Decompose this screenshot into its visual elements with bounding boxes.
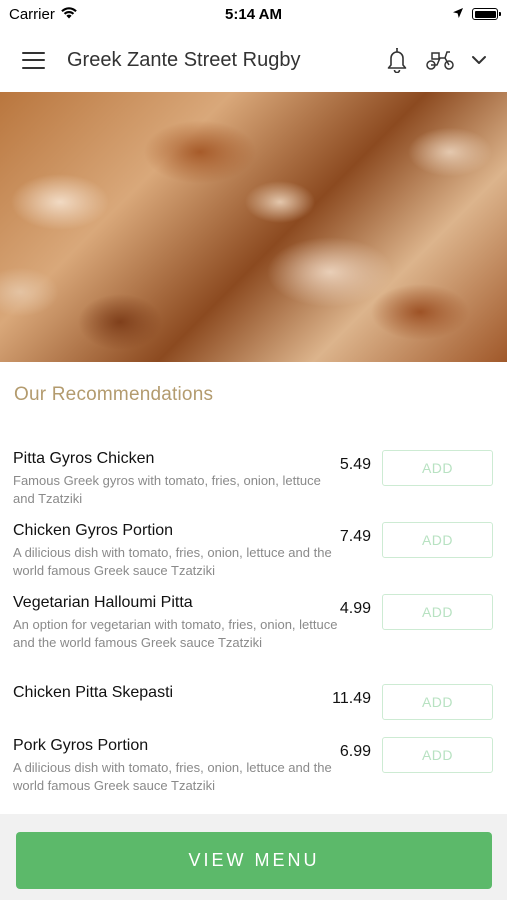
item-name: Pitta Gyros Chicken — [13, 450, 155, 467]
menu-icon[interactable] — [22, 51, 45, 69]
item-description: A dilicious dish with tomato, fries, oni… — [13, 545, 332, 578]
add-button[interactable]: ADD — [382, 450, 493, 486]
item-name: Chicken Gyros Portion — [13, 522, 174, 539]
add-button[interactable]: ADD — [382, 594, 493, 630]
bell-icon[interactable] — [385, 47, 409, 73]
item-price: 4.99 — [339, 600, 371, 617]
item-name: Pork Gyros Portion — [13, 737, 149, 754]
item-name: Chicken Pitta Skepasti — [13, 684, 174, 701]
status-bar: Carrier 5:14 AM — [0, 0, 507, 28]
section-title: Our Recommendations — [14, 384, 214, 405]
view-menu-button[interactable]: VIEW MENU — [16, 832, 492, 889]
item-name: Vegetarian Halloumi Pitta — [13, 594, 193, 611]
carrier-label: Carrier — [9, 5, 55, 23]
item-description: A dilicious dish with tomato, fries, oni… — [13, 760, 332, 793]
hero-food-image — [0, 92, 507, 362]
scooter-icon[interactable] — [425, 48, 455, 72]
add-button[interactable]: ADD — [382, 522, 493, 558]
add-button[interactable]: ADD — [382, 737, 493, 773]
wifi-icon — [60, 6, 78, 23]
chevron-down-icon[interactable] — [471, 55, 487, 65]
app-header: Greek Zante Street Rugby — [0, 28, 507, 92]
item-price: 11.49 — [332, 690, 371, 707]
bottom-bar: VIEW MENU — [0, 814, 507, 900]
battery-icon — [472, 8, 501, 20]
location-arrow-icon — [452, 6, 464, 23]
item-price: 6.99 — [339, 743, 371, 760]
item-description: Famous Greek gyros with tomato, fries, o… — [13, 473, 321, 506]
item-price: 7.49 — [339, 528, 371, 545]
item-description: An option for vegetarian with tomato, fr… — [13, 617, 338, 650]
restaurant-title: Greek Zante Street Rugby — [67, 48, 301, 71]
add-button[interactable]: ADD — [382, 684, 493, 720]
item-price: 5.49 — [339, 456, 371, 473]
